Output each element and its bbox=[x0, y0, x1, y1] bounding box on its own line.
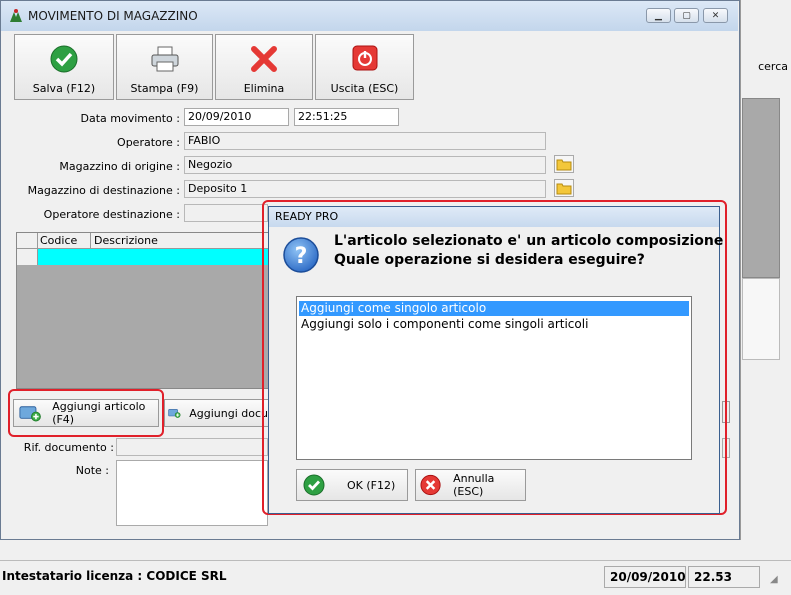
destination-operator-label: Operatore destinazione : bbox=[43, 208, 180, 221]
delete-x-icon bbox=[251, 46, 277, 72]
printer-icon bbox=[151, 46, 178, 72]
dialog-message-line2: Quale operazione si desidera eseguire? bbox=[334, 252, 645, 268]
power-icon bbox=[352, 45, 377, 71]
dialog-title: READY PRO bbox=[275, 210, 339, 223]
status-time: 22.53 bbox=[688, 566, 760, 588]
document-reference-label: Rif. documento : bbox=[23, 441, 114, 454]
folder-icon bbox=[556, 183, 572, 195]
date-input[interactable]: 20/09/2010 bbox=[184, 108, 289, 126]
add-article-button[interactable]: Aggiungi articolo (F4) bbox=[13, 399, 159, 427]
background-panel-white bbox=[742, 278, 780, 360]
exit-button[interactable]: Uscita (ESC) bbox=[315, 34, 414, 100]
options-listbox[interactable]: Aggiungi come singolo articolo Aggiungi … bbox=[296, 296, 692, 460]
background-panel bbox=[742, 98, 780, 278]
destination-warehouse-label: Magazzino di destinazione : bbox=[27, 184, 180, 197]
notes-label: Note : bbox=[75, 464, 109, 477]
delete-button[interactable]: Elimina bbox=[215, 34, 313, 100]
resize-grip-icon[interactable]: ◢ bbox=[770, 574, 778, 585]
date-label: Data movimento : bbox=[80, 112, 180, 125]
table-row[interactable] bbox=[38, 249, 271, 265]
save-button[interactable]: Salva (F12) bbox=[14, 34, 114, 100]
destination-browse-button[interactable] bbox=[554, 179, 574, 197]
add-article-icon bbox=[19, 406, 41, 422]
grid-col-code[interactable]: Codice bbox=[40, 234, 77, 247]
dialog-message: L'articolo selezionato e' un articolo co… bbox=[334, 232, 723, 270]
maximize-icon: ▢ bbox=[682, 10, 691, 21]
operator-field: FABIO bbox=[184, 132, 546, 150]
checkmark-icon bbox=[50, 45, 78, 73]
notes-textarea[interactable] bbox=[116, 460, 268, 526]
window-title: MOVIMENTO DI MAGAZZINO bbox=[28, 9, 198, 23]
grid-corner bbox=[17, 233, 38, 248]
add-document-button[interactable]: Aggiungi docu bbox=[164, 399, 268, 427]
minimize-icon: ▁ bbox=[655, 10, 662, 21]
background-search-button[interactable]: cerca bbox=[740, 60, 788, 76]
question-icon: ? bbox=[283, 237, 319, 273]
row-selector[interactable] bbox=[17, 249, 38, 265]
add-document-icon bbox=[168, 409, 181, 418]
cancel-icon bbox=[420, 474, 441, 496]
app-logo-icon bbox=[10, 9, 22, 22]
close-icon: ✕ bbox=[711, 10, 720, 21]
operator-label: Operatore : bbox=[117, 136, 180, 149]
ok-button[interactable]: OK (F12) bbox=[296, 469, 408, 501]
list-item[interactable]: Aggiungi solo i componenti come singoli … bbox=[299, 317, 689, 332]
time-input[interactable]: 22:51:25 bbox=[294, 108, 399, 126]
maximize-button[interactable]: ▢ bbox=[674, 8, 699, 23]
list-item[interactable]: Aggiungi come singolo articolo bbox=[299, 301, 689, 316]
status-date: 20/09/2010 bbox=[604, 566, 686, 588]
minimize-button[interactable]: ▁ bbox=[646, 8, 671, 23]
origin-warehouse-field: Negozio bbox=[184, 156, 546, 174]
origin-warehouse-label: Magazzino di origine : bbox=[59, 160, 180, 173]
dialog-message-line1: L'articolo selezionato e' un articolo co… bbox=[334, 233, 724, 249]
close-button[interactable]: ✕ bbox=[703, 8, 728, 23]
cancel-button[interactable]: Annulla (ESC) bbox=[415, 469, 526, 501]
grid-col-description[interactable]: Descrizione bbox=[94, 234, 158, 247]
origin-browse-button[interactable] bbox=[554, 155, 574, 173]
svg-text:?: ? bbox=[295, 244, 308, 269]
document-reference-field[interactable] bbox=[116, 438, 268, 456]
folder-icon bbox=[556, 159, 572, 171]
destination-warehouse-field: Deposito 1 bbox=[184, 180, 546, 198]
license-holder: Intestatario licenza : CODICE SRL bbox=[2, 569, 227, 583]
print-button[interactable]: Stampa (F9) bbox=[116, 34, 213, 100]
dialog-title-bar: READY PRO bbox=[269, 207, 719, 227]
checkmark-icon bbox=[303, 474, 325, 496]
destination-operator-field[interactable] bbox=[184, 204, 268, 222]
